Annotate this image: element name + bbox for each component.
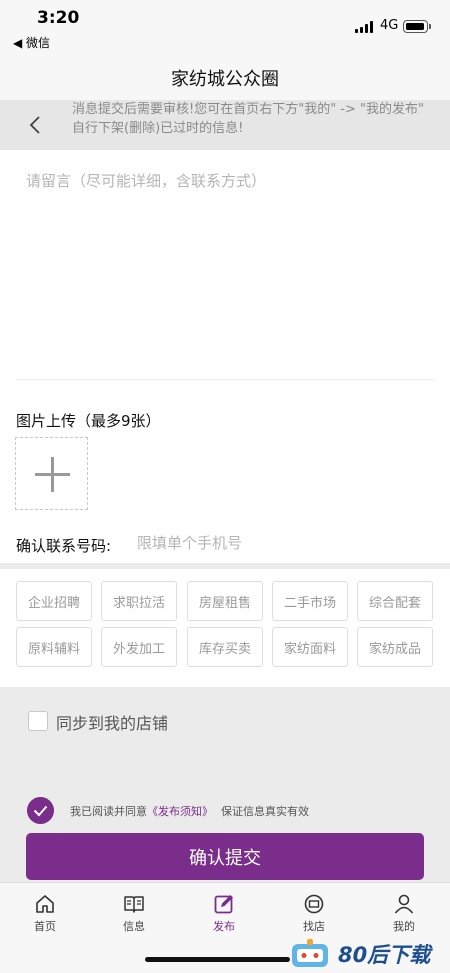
category-tag[interactable]: 企业招聘	[16, 581, 92, 621]
post-form: 图片上传（最多9张） 确认联系号码:	[0, 150, 450, 563]
upload-label: 图片上传（最多9张）	[16, 412, 161, 430]
agreement-prefix: 我已阅读并同意	[70, 805, 147, 818]
tab-home[interactable]: 首页	[15, 893, 75, 934]
sync-checkbox[interactable]	[28, 711, 48, 731]
category-tag[interactable]: 库存买卖	[187, 627, 263, 667]
category-tag[interactable]: 综合配套	[357, 581, 433, 621]
category-tag[interactable]: 家纺成品	[357, 627, 433, 667]
status-bar: 3:20 ◀ 微信 4G	[0, 0, 450, 52]
category-tag[interactable]: 原料辅料	[16, 627, 92, 667]
status-time: 3:20	[37, 8, 80, 28]
upload-image-button[interactable]	[15, 437, 88, 510]
user-icon	[394, 894, 414, 914]
tab-label: 首页	[34, 920, 56, 933]
notice-text: 消息提交后需要审核!您可在首页右下方"我的" -> "我的发布" 自行下架(删除…	[72, 102, 424, 136]
back-to-app-link[interactable]: ◀ 微信	[13, 34, 50, 51]
category-tag[interactable]: 外发加工	[101, 627, 177, 667]
category-tag[interactable]: 二手市场	[272, 581, 348, 621]
watermark-logo: 80后下载	[290, 938, 448, 970]
category-tag[interactable]: 求职拉活	[101, 581, 177, 621]
edit-icon	[214, 895, 233, 914]
sync-label: 同步到我的店铺	[56, 714, 169, 733]
submit-button[interactable]: 确认提交	[26, 833, 424, 880]
tab-label: 发布	[213, 920, 235, 933]
category-grid: 企业招聘 求职拉活 房屋租售 二手市场 综合配套 原料辅料 外发加工 库存买卖 …	[0, 569, 450, 687]
phone-input[interactable]	[137, 531, 427, 555]
home-indicator	[145, 957, 290, 962]
tab-mine[interactable]: 我的	[374, 893, 434, 934]
signal-icon	[355, 21, 375, 33]
agreement-suffix: 保证信息真实有效	[221, 805, 309, 818]
tab-find-shop[interactable]: 找店	[284, 893, 344, 934]
book-icon	[124, 896, 144, 913]
watermark-text: 80后下载	[338, 943, 431, 967]
home-icon	[36, 895, 54, 913]
phone-label: 确认联系号码:	[16, 537, 112, 555]
battery-icon	[403, 20, 431, 33]
network-type: 4G	[380, 18, 399, 33]
category-tag[interactable]: 房屋租售	[187, 581, 263, 621]
category-tag[interactable]: 家纺面料	[272, 627, 348, 667]
divider	[16, 379, 434, 380]
tab-label: 找店	[303, 920, 325, 933]
shop-icon	[304, 894, 324, 914]
page-title: 家纺城公众圈	[171, 69, 279, 90]
tab-info[interactable]: 信息	[104, 893, 164, 934]
tab-label: 我的	[393, 920, 415, 933]
publish-rules-link[interactable]: 《发布须知》	[147, 805, 213, 818]
notice-banner: 消息提交后需要审核!您可在首页右下方"我的" -> "我的发布" 自行下架(删除…	[0, 100, 450, 150]
tab-publish[interactable]: 发布	[194, 893, 254, 934]
nav-bar: 家纺城公众圈	[0, 52, 450, 100]
agree-check-icon[interactable]	[27, 797, 54, 824]
agreement-text: 我已阅读并同意《发布须知》 保证信息真实有效	[70, 803, 309, 819]
back-chevron-icon[interactable]	[24, 109, 48, 141]
watermark-robot-icon	[292, 939, 328, 967]
tab-label: 信息	[123, 920, 145, 933]
message-input[interactable]	[26, 170, 426, 370]
